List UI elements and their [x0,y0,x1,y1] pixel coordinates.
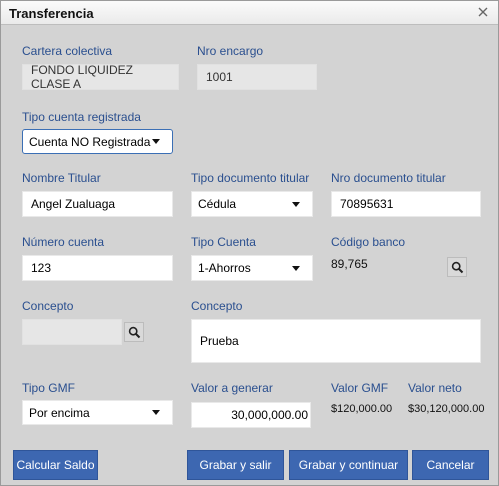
numero-cuenta-label: Número cuenta [22,235,105,249]
numero-cuenta-input[interactable]: 123 [22,255,173,281]
nombre-titular-label: Nombre Titular [22,171,101,185]
close-icon[interactable] [476,5,490,19]
valor-gmf-label: Valor GMF [331,381,389,395]
tipo-gmf-select[interactable]: Por encima [22,400,173,425]
tipo-documento-select[interactable]: Cédula [191,191,313,217]
concepto-lookup-field [22,319,122,345]
valor-generar-label: Valor a generar [191,381,273,395]
cancelar-button[interactable]: Cancelar [412,450,489,480]
valor-neto-value: $30,120,000.00 [408,403,485,415]
search-icon [451,261,463,273]
transfer-dialog: Transferencia Cartera colectiva FONDO LI… [0,0,499,486]
tipo-cuenta-registrada-select[interactable]: Cuenta NO Registrada [22,129,173,154]
chevron-down-icon [152,139,160,144]
dialog-title: Transferencia [9,6,94,21]
codigo-banco-search-button[interactable] [447,257,467,277]
valor-neto-label: Valor neto [408,381,462,395]
concepto-label: Concepto [191,299,243,313]
grabar-y-salir-button[interactable]: Grabar y salir [187,450,284,480]
codigo-banco-value: 89,765 [331,257,368,271]
tipo-cuenta-value: 1-Ahorros [198,261,251,275]
tipo-cuenta-label: Tipo Cuenta [191,235,256,249]
cartera-label: Cartera colectiva [22,44,113,58]
concepto-search-button[interactable] [124,322,144,342]
tipo-gmf-value: Por encima [29,405,90,420]
nro-documento-label: Nro documento titular [331,171,446,185]
tipo-cuenta-registrada-label: Tipo cuenta registrada [22,110,141,124]
search-icon [128,326,140,338]
concepto-textarea[interactable]: Prueba [191,319,481,363]
title-bar: Transferencia [1,1,498,25]
tipo-documento-value: Cédula [198,197,237,211]
nro-documento-input[interactable]: 70895631 [331,191,481,217]
tipo-gmf-label: Tipo GMF [22,381,75,395]
valor-gmf-value: $120,000.00 [331,403,393,415]
grabar-y-continuar-button[interactable]: Grabar y continuar [289,450,408,480]
chevron-down-icon [292,265,300,271]
encargo-field: 1001 [197,64,317,90]
codigo-banco-label: Código banco [331,235,406,249]
concepto-lookup-label: Concepto [22,299,74,313]
encargo-label: Nro encargo [197,44,264,58]
valor-generar-input[interactable]: 30,000,000.00 [191,402,311,428]
tipo-documento-label: Tipo documento titular [191,171,310,185]
tipo-cuenta-registrada-value: Cuenta NO Registrada [29,134,151,149]
cartera-field: FONDO LIQUIDEZ CLASE A [22,63,179,91]
tipo-cuenta-select[interactable]: 1-Ahorros [191,255,313,281]
chevron-down-icon [292,201,300,207]
nombre-titular-input[interactable]: Angel Zualuaga [22,191,173,217]
chevron-down-icon [152,410,160,415]
calcular-saldo-button[interactable]: Calcular Saldo [13,450,98,480]
